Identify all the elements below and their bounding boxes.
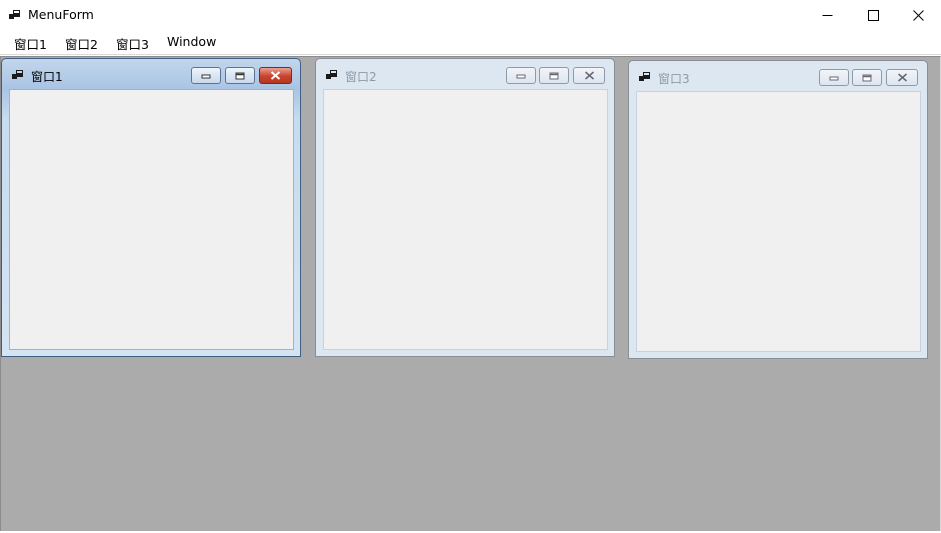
minimize-icon — [201, 74, 211, 78]
child-minimize-button[interactable] — [191, 67, 221, 84]
child-close-button[interactable] — [886, 69, 918, 86]
mdi-child-window-1[interactable]: 窗口1 — [1, 58, 301, 357]
close-icon — [584, 71, 594, 80]
close-icon — [270, 71, 281, 80]
child-minimize-button[interactable] — [506, 67, 536, 84]
close-button[interactable] — [895, 0, 941, 30]
minimize-icon — [829, 76, 839, 80]
minimize-button[interactable] — [804, 0, 850, 30]
child-close-button[interactable] — [573, 67, 605, 84]
mdi-child-window-2[interactable]: 窗口2 — [315, 58, 615, 357]
restore-icon — [862, 74, 872, 81]
minimize-icon — [516, 74, 526, 78]
close-icon — [897, 73, 907, 82]
maximize-icon — [867, 9, 879, 21]
child-restore-button[interactable] — [852, 69, 882, 86]
child-window-client-area — [636, 91, 921, 352]
child-window-client-area — [323, 89, 608, 350]
child-window-icon — [326, 70, 337, 79]
close-icon — [912, 9, 924, 21]
child-restore-button[interactable] — [225, 67, 255, 84]
menu-item-window1[interactable]: 窗口1 — [12, 34, 49, 53]
menu-item-window3[interactable]: 窗口3 — [114, 34, 151, 53]
child-window-title: 窗口2 — [345, 70, 377, 84]
app-icon — [9, 10, 20, 19]
child-window-title: 窗口1 — [31, 70, 63, 84]
child-window-icon — [639, 72, 650, 81]
window-title: MenuForm — [28, 7, 94, 22]
maximize-button[interactable] — [850, 0, 896, 30]
restore-icon — [235, 72, 245, 79]
menu-item-window2[interactable]: 窗口2 — [63, 34, 100, 53]
child-close-button[interactable] — [259, 67, 292, 84]
restore-icon — [549, 72, 559, 79]
mdi-child-window-3[interactable]: 窗口3 — [628, 60, 928, 359]
child-window-client-area — [9, 89, 294, 350]
window-titlebar[interactable]: MenuForm — [0, 0, 941, 30]
menu-item-window-list[interactable]: Window — [165, 34, 218, 49]
menu-bar: 窗口1 窗口2 窗口3 Window — [0, 30, 941, 55]
minimize-icon — [822, 14, 832, 16]
child-minimize-button[interactable] — [819, 69, 849, 86]
child-window-title: 窗口3 — [658, 72, 690, 86]
child-restore-button[interactable] — [539, 67, 569, 84]
child-window-icon — [12, 70, 23, 79]
